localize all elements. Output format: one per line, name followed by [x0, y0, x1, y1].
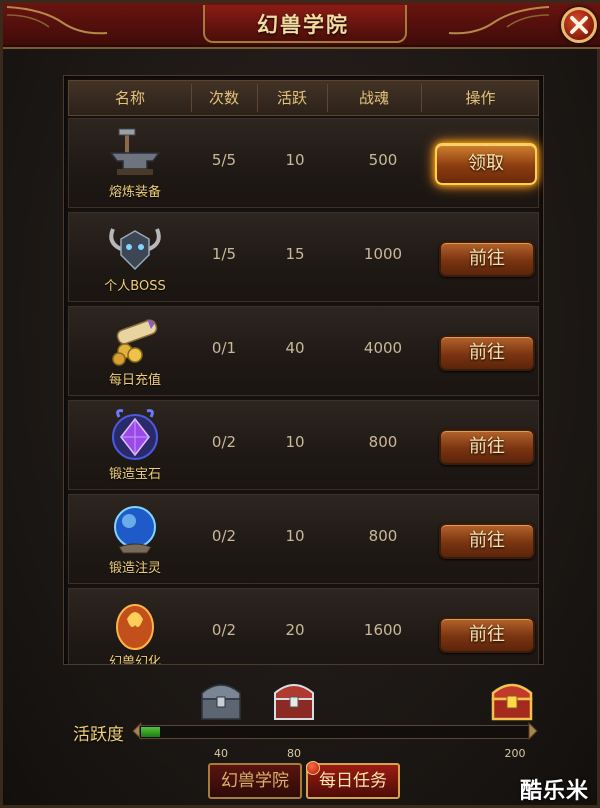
table-row: 锻造宝石 0/2 10 800 前往 — [68, 400, 539, 490]
purple-gem-icon — [112, 409, 158, 460]
close-button[interactable] — [561, 7, 597, 43]
soul-value: 4000 — [363, 339, 403, 357]
times-value: 0/2 — [211, 527, 237, 545]
activity-label: 活跃度 — [73, 725, 124, 745]
item-name: 锻造注灵 — [108, 561, 161, 576]
notification-dot-icon — [306, 761, 320, 775]
times-value: 0/2 — [211, 433, 237, 451]
window-title: 幻兽学院 — [257, 12, 349, 37]
corner-ornament-left-icon — [6, 6, 108, 35]
header-activity: 活跃 — [276, 89, 307, 107]
fire-egg-icon — [116, 604, 154, 650]
window-frame: 幻兽学院 名称 次数 活跃 战魂 操作 熔炼装备 5/5 10 500 领取 个… — [0, 0, 600, 808]
item-name: 每日充值 — [108, 373, 161, 388]
title-bar: 幻兽学院 — [3, 3, 600, 49]
goto-button[interactable]: 前往 — [439, 429, 535, 465]
tab-academy[interactable]: 幻兽学院 — [208, 763, 302, 799]
item-name: 熔炼装备 — [108, 185, 161, 200]
times-value: 5/5 — [211, 151, 237, 169]
soul-value: 1000 — [363, 245, 403, 263]
activity-value: 10 — [285, 151, 305, 169]
activity-value: 10 — [285, 527, 305, 545]
soul-value: 800 — [368, 433, 398, 451]
red-chest-icon[interactable] — [269, 675, 319, 723]
activity-value: 40 — [285, 339, 305, 357]
table-row: 幻兽幻化 0/2 20 1600 前往 — [68, 588, 539, 665]
goto-button[interactable]: 前往 — [439, 523, 535, 559]
gold-chest-icon[interactable] — [487, 675, 537, 723]
watermark-logo: 酷乐米 — [519, 779, 589, 804]
corner-ornament-right-icon — [448, 6, 550, 35]
soul-value: 500 — [368, 151, 398, 169]
header-times: 次数 — [208, 89, 239, 107]
table-row: 熔炼装备 5/5 10 500 领取 — [68, 118, 539, 208]
item-name: 锻造宝石 — [108, 467, 161, 482]
item-name: 个人BOSS — [104, 279, 166, 294]
activity-value: 20 — [285, 621, 305, 639]
times-value: 1/5 — [211, 245, 237, 263]
goto-button[interactable]: 前往 — [439, 241, 535, 277]
activity-value: 10 — [285, 433, 305, 451]
milestone-200: 200 — [504, 747, 526, 760]
goto-button[interactable]: 前往 — [439, 335, 535, 371]
tab-daily-tasks[interactable]: 每日任务 — [306, 761, 400, 799]
item-name: 幻兽幻化 — [108, 655, 161, 665]
table-row: 每日充值 0/1 40 4000 前往 — [68, 306, 539, 396]
bar-right-cap-icon — [528, 722, 538, 740]
activity-progress-fill — [141, 727, 160, 737]
times-value: 0/2 — [211, 621, 237, 639]
table-header: 名称 次数 活跃 战魂 操作 — [68, 80, 539, 116]
table-row: 锻造注灵 0/2 10 800 前往 — [68, 494, 539, 584]
boss-skull-icon — [109, 228, 161, 271]
soul-value: 800 — [368, 527, 398, 545]
blue-orb-icon — [114, 506, 156, 554]
milestone-40: 40 — [214, 747, 228, 760]
milestone-80: 80 — [287, 747, 301, 760]
goto-button[interactable]: 前往 — [439, 617, 535, 653]
header-soul: 战魂 — [358, 89, 389, 107]
activity-progress-bar — [139, 725, 531, 739]
claim-button[interactable]: 领取 — [435, 143, 537, 185]
times-value: 0/1 — [211, 339, 237, 357]
scroll-coins-icon — [112, 319, 158, 366]
close-icon — [570, 16, 588, 34]
header-action: 操作 — [465, 89, 496, 107]
task-table: 名称 次数 活跃 战魂 操作 熔炼装备 5/5 10 500 领取 个人BOSS… — [63, 75, 544, 665]
anvil-icon — [109, 128, 161, 175]
tab-daily-tasks-label: 每日任务 — [319, 771, 387, 791]
soul-value: 1600 — [363, 621, 403, 639]
header-name: 名称 — [114, 89, 145, 107]
silver-chest-icon[interactable] — [196, 675, 246, 723]
table-row: 个人BOSS 1/5 15 1000 前往 — [68, 212, 539, 302]
activity-value: 15 — [285, 245, 305, 263]
